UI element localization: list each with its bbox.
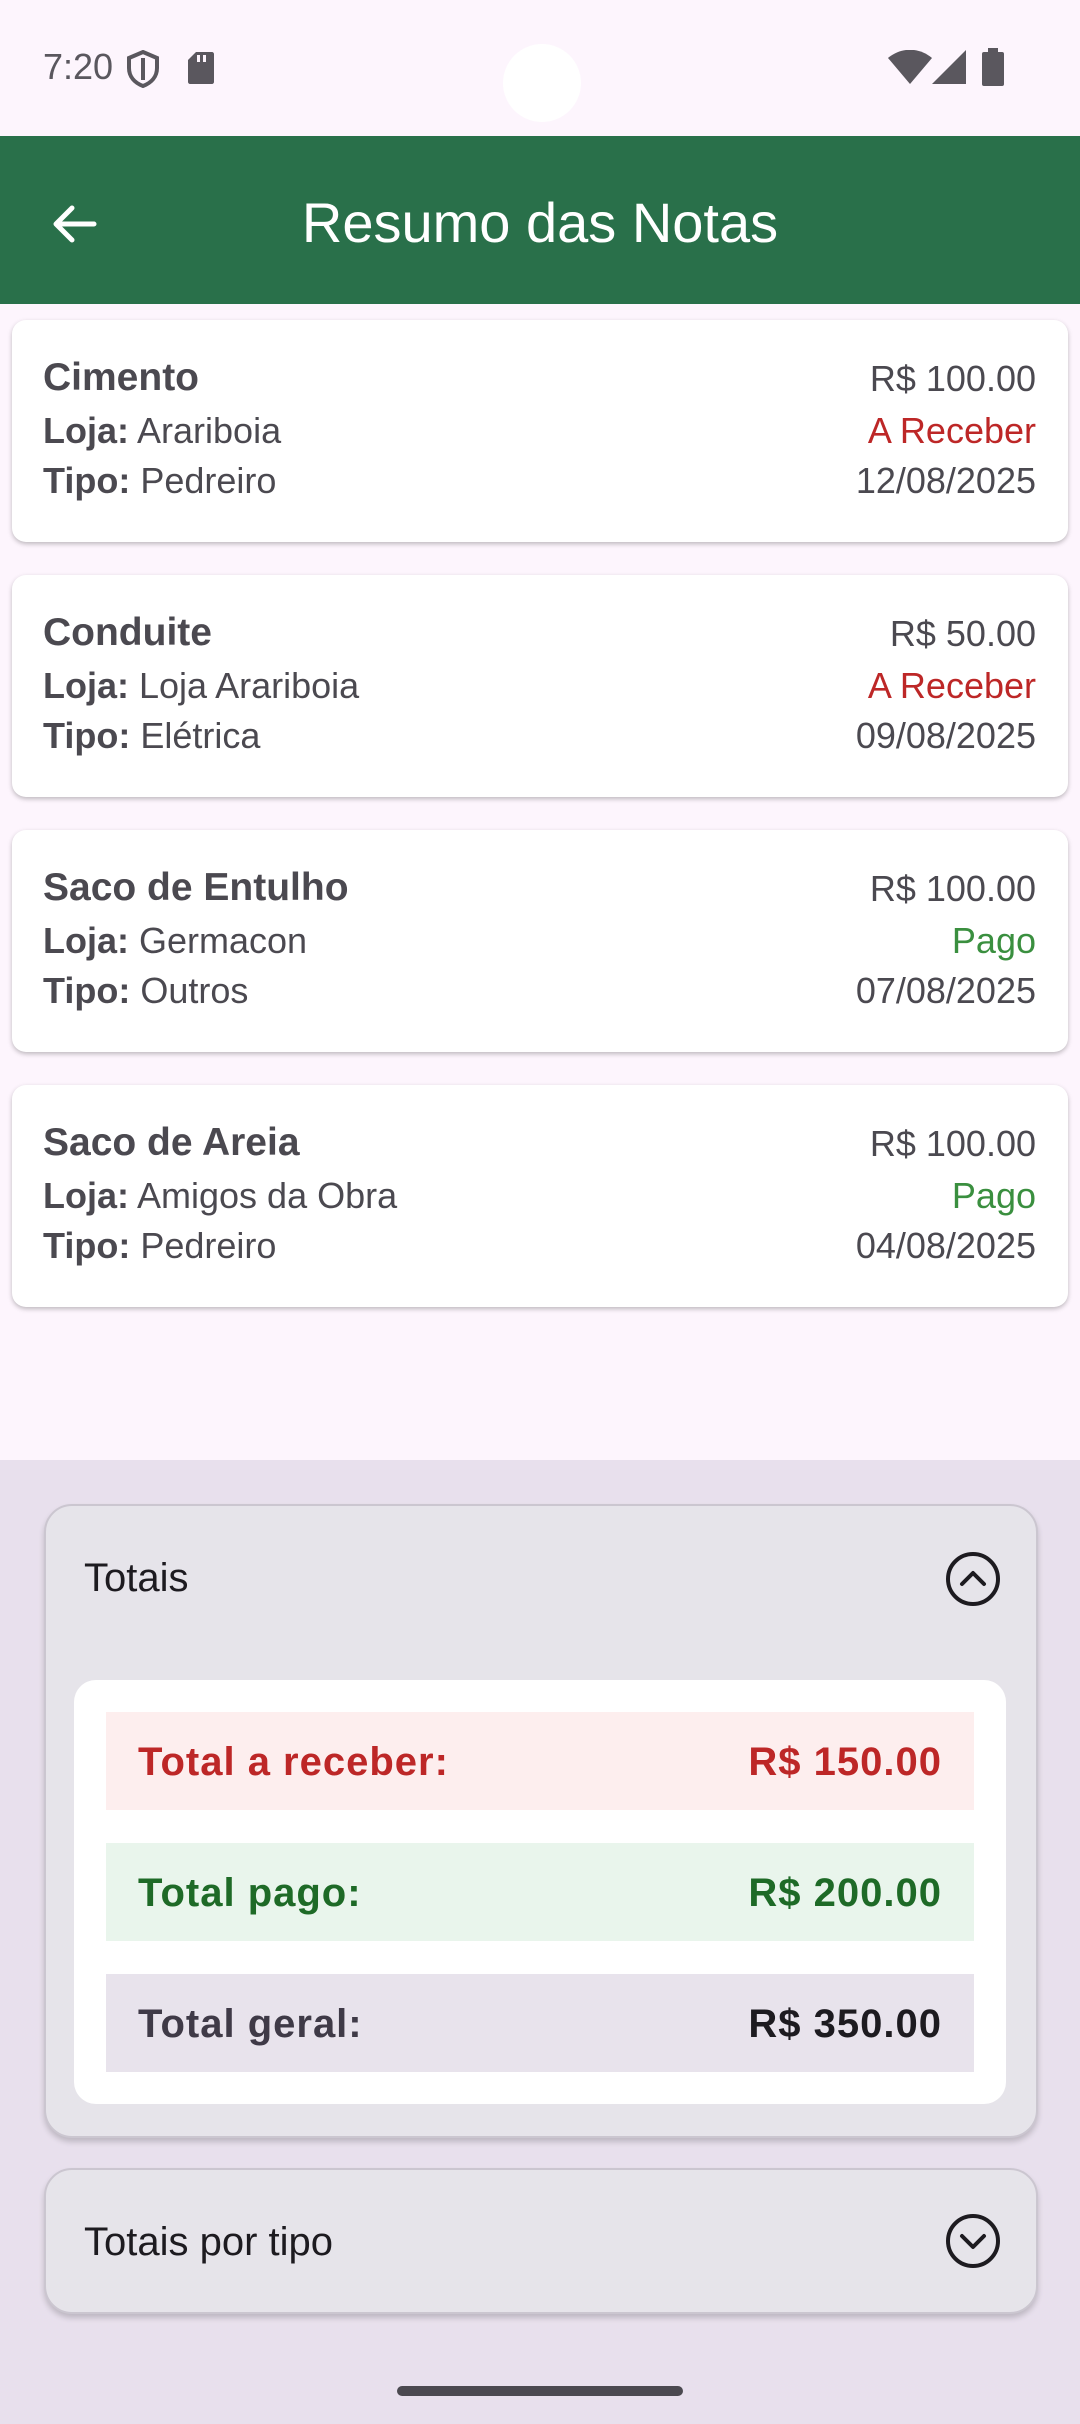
store-label: Loja: xyxy=(43,665,129,706)
note-type: Tipo: Pedreiro xyxy=(43,460,276,502)
note-card[interactable]: Saco de Entulho R$ 100.00 Loja: Germacon… xyxy=(12,830,1068,1052)
type-label: Tipo: xyxy=(43,970,131,1011)
status-time: 7:20 xyxy=(43,46,114,87)
store-value: Germacon xyxy=(139,920,308,961)
shield-icon xyxy=(127,50,159,88)
status-bar: 7:20 xyxy=(0,0,1080,136)
note-name: Saco de Entulho xyxy=(43,866,349,909)
totals-by-type-panel[interactable]: Totais por tipo xyxy=(44,2168,1038,2314)
note-date: 04/08/2025 xyxy=(855,1225,1036,1266)
camera-cutout xyxy=(503,44,581,122)
store-value: Arariboia xyxy=(137,410,282,451)
totals-title[interactable]: Totais xyxy=(84,1556,189,1601)
store-value: Amigos da Obra xyxy=(137,1175,398,1216)
total-pago-value: R$ 200.00 xyxy=(748,1871,942,1915)
note-card[interactable]: Cimento R$ 100.00 Loja: Arariboia Tipo: … xyxy=(12,320,1068,542)
store-label: Loja: xyxy=(43,920,129,961)
note-value: R$ 100.00 xyxy=(869,868,1036,909)
note-store: Loja: Loja Arariboia xyxy=(43,665,359,707)
store-label: Loja: xyxy=(43,1175,129,1216)
total-receber-value: R$ 150.00 xyxy=(748,1740,942,1784)
note-store: Loja: Arariboia xyxy=(43,410,281,452)
type-value: Outros xyxy=(140,970,249,1011)
total-geral-label: Total geral: xyxy=(138,2002,363,2046)
totals-panel: Totais Total a receber: R$ 150.00 Total … xyxy=(44,1504,1038,2138)
note-type: Tipo: Outros xyxy=(43,970,248,1012)
note-name: Saco de Areia xyxy=(43,1121,300,1164)
total-geral-value: R$ 350.00 xyxy=(748,2002,942,2046)
note-date: 07/08/2025 xyxy=(855,970,1036,1011)
totals-content: Total a receber: R$ 150.00 Total pago: R… xyxy=(74,1680,1006,2104)
note-card[interactable]: Saco de Areia R$ 100.00 Loja: Amigos da … xyxy=(12,1085,1068,1307)
type-label: Tipo: xyxy=(43,1225,131,1266)
chevron-up-circle-icon[interactable] xyxy=(944,1550,1002,1608)
note-type: Tipo: Pedreiro xyxy=(43,1225,276,1267)
note-type: Tipo: Elétrica xyxy=(43,715,260,757)
signal-icon xyxy=(932,50,966,84)
total-receber-label: Total a receber: xyxy=(138,1740,449,1784)
note-status: A Receber xyxy=(867,410,1036,451)
home-indicator[interactable] xyxy=(397,2386,683,2396)
note-value: R$ 100.00 xyxy=(869,1123,1036,1164)
note-date: 09/08/2025 xyxy=(855,715,1036,756)
type-value: Elétrica xyxy=(140,715,261,756)
note-card[interactable]: Conduite R$ 50.00 Loja: Loja Arariboia T… xyxy=(12,575,1068,797)
total-pago-label: Total pago: xyxy=(138,1871,362,1915)
note-date: 12/08/2025 xyxy=(855,460,1036,501)
type-label: Tipo: xyxy=(43,715,131,756)
wifi-icon xyxy=(888,50,932,84)
page-title: Resumo das Notas xyxy=(301,191,779,254)
chevron-down-circle-icon[interactable] xyxy=(944,2212,1002,2270)
note-name: Conduite xyxy=(43,611,212,654)
note-status: Pago xyxy=(951,1175,1036,1216)
note-store: Loja: Amigos da Obra xyxy=(43,1175,397,1217)
note-status: Pago xyxy=(951,920,1036,961)
type-value: Pedreiro xyxy=(140,1225,277,1266)
battery-icon xyxy=(982,48,1004,86)
total-geral-row: Total geral: R$ 350.00 xyxy=(106,1974,974,2072)
note-value: R$ 50.00 xyxy=(889,613,1036,654)
sd-card-icon xyxy=(188,52,214,84)
total-pago-row: Total pago: R$ 200.00 xyxy=(106,1843,974,1941)
type-label: Tipo: xyxy=(43,460,131,501)
store-value: Loja Arariboia xyxy=(139,665,360,706)
note-store: Loja: Germacon xyxy=(43,920,307,962)
type-value: Pedreiro xyxy=(140,460,277,501)
totals-sheet: Totais Total a receber: R$ 150.00 Total … xyxy=(0,1460,1080,2424)
totals-by-type-title: Totais por tipo xyxy=(84,2220,334,2264)
note-status: A Receber xyxy=(867,665,1036,706)
store-label: Loja: xyxy=(43,410,129,451)
note-value: R$ 100.00 xyxy=(869,358,1036,399)
note-name: Cimento xyxy=(43,356,199,399)
total-receber-row: Total a receber: R$ 150.00 xyxy=(106,1712,974,1810)
